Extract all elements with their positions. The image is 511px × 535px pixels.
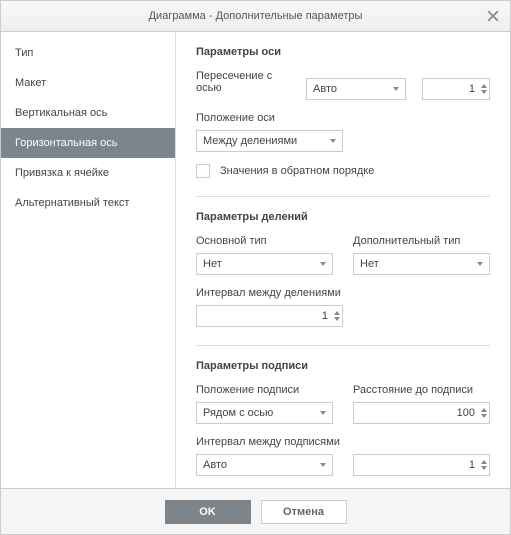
- chevron-down-icon: [320, 262, 326, 266]
- section-title-axis: Параметры оси: [196, 46, 490, 58]
- chevron-down-icon: [330, 139, 336, 143]
- dialog: Диаграмма - Дополнительные параметры Тип…: [0, 0, 511, 535]
- tick-interval-spinner[interactable]: 1: [196, 305, 343, 327]
- reverse-label: Значения в обратном порядке: [220, 165, 374, 177]
- label-distance-label: Расстояние до подписи: [353, 384, 490, 396]
- chevron-up-icon[interactable]: [334, 311, 340, 315]
- label-position-value: Рядом с осью: [203, 407, 273, 419]
- axis-position-label: Положение оси: [196, 112, 490, 124]
- label-position-select[interactable]: Рядом с осью: [196, 402, 333, 424]
- label-interval-value: 1: [360, 459, 481, 471]
- section-ticks: Параметры делений Основной тип Нет Допол…: [196, 196, 490, 327]
- minor-type-label: Дополнительный тип: [353, 235, 490, 247]
- chevron-down-icon[interactable]: [481, 466, 487, 470]
- section-labels: Параметры подписи Положение подписи Рядо…: [196, 345, 490, 476]
- label-distance-spinner[interactable]: 100: [353, 402, 490, 424]
- sidebar-item-alt[interactable]: Альтернативный текст: [1, 188, 175, 218]
- sidebar-item-type[interactable]: Тип: [1, 38, 175, 68]
- label-distance-value: 100: [360, 407, 481, 419]
- tick-interval-value: 1: [203, 310, 334, 322]
- tick-interval-label: Интервал между делениями: [196, 287, 490, 299]
- sidebar-item-label: Привязка к ячейке: [15, 167, 109, 179]
- section-title-ticks: Параметры делений: [196, 211, 490, 223]
- chevron-up-icon[interactable]: [481, 84, 487, 88]
- sidebar: Тип Макет Вертикальная ось Горизонтальна…: [1, 32, 176, 488]
- axis-position-select[interactable]: Между делениями: [196, 130, 343, 152]
- chevron-down-icon[interactable]: [481, 414, 487, 418]
- close-icon[interactable]: [484, 7, 502, 25]
- label-interval-mode-select[interactable]: Авто: [196, 454, 333, 476]
- label-interval-spinner[interactable]: 1: [353, 454, 490, 476]
- axis-position-value: Между делениями: [203, 135, 297, 147]
- sidebar-item-layout[interactable]: Макет: [1, 68, 175, 98]
- dialog-body: Тип Макет Вертикальная ось Горизонтальна…: [1, 32, 510, 488]
- crosses-select[interactable]: Авто: [306, 78, 406, 100]
- titlebar: Диаграмма - Дополнительные параметры: [1, 1, 510, 32]
- chevron-up-icon[interactable]: [481, 408, 487, 412]
- chevron-down-icon: [393, 87, 399, 91]
- chevron-down-icon: [477, 262, 483, 266]
- sidebar-item-label: Тип: [15, 47, 33, 59]
- label-position-label: Положение подписи: [196, 384, 333, 396]
- chevron-down-icon[interactable]: [334, 317, 340, 321]
- section-axis: Параметры оси Пересечение с осью Авто 1: [196, 46, 490, 178]
- crosses-label: Пересечение с осью: [196, 70, 290, 94]
- sidebar-item-haxis[interactable]: Горизонтальная ось: [1, 128, 175, 158]
- footer: OK Отмена: [1, 488, 510, 534]
- reverse-checkbox[interactable]: [196, 164, 210, 178]
- sidebar-item-label: Макет: [15, 77, 46, 89]
- label-interval-mode-value: Авто: [203, 459, 227, 471]
- major-type-select[interactable]: Нет: [196, 253, 333, 275]
- crosses-spinner-value: 1: [429, 83, 481, 95]
- chevron-up-icon[interactable]: [481, 460, 487, 464]
- ok-button[interactable]: OK: [165, 500, 251, 524]
- sidebar-item-label: Вертикальная ось: [15, 107, 107, 119]
- minor-type-value: Нет: [360, 258, 379, 270]
- dialog-title: Диаграмма - Дополнительные параметры: [149, 10, 363, 22]
- section-title-labels: Параметры подписи: [196, 360, 490, 372]
- chevron-down-icon: [320, 463, 326, 467]
- content: Параметры оси Пересечение с осью Авто 1: [176, 32, 510, 488]
- major-type-label: Основной тип: [196, 235, 333, 247]
- crosses-select-value: Авто: [313, 83, 337, 95]
- cancel-button[interactable]: Отмена: [261, 500, 347, 524]
- major-type-value: Нет: [203, 258, 222, 270]
- chevron-down-icon: [320, 411, 326, 415]
- chevron-down-icon[interactable]: [481, 90, 487, 94]
- label-interval-label: Интервал между подписями: [196, 436, 490, 448]
- minor-type-select[interactable]: Нет: [353, 253, 490, 275]
- sidebar-item-cell[interactable]: Привязка к ячейке: [1, 158, 175, 188]
- crosses-spinner[interactable]: 1: [422, 78, 490, 100]
- sidebar-item-vaxis[interactable]: Вертикальная ось: [1, 98, 175, 128]
- sidebar-item-label: Альтернативный текст: [15, 197, 129, 209]
- sidebar-item-label: Горизонтальная ось: [15, 137, 117, 149]
